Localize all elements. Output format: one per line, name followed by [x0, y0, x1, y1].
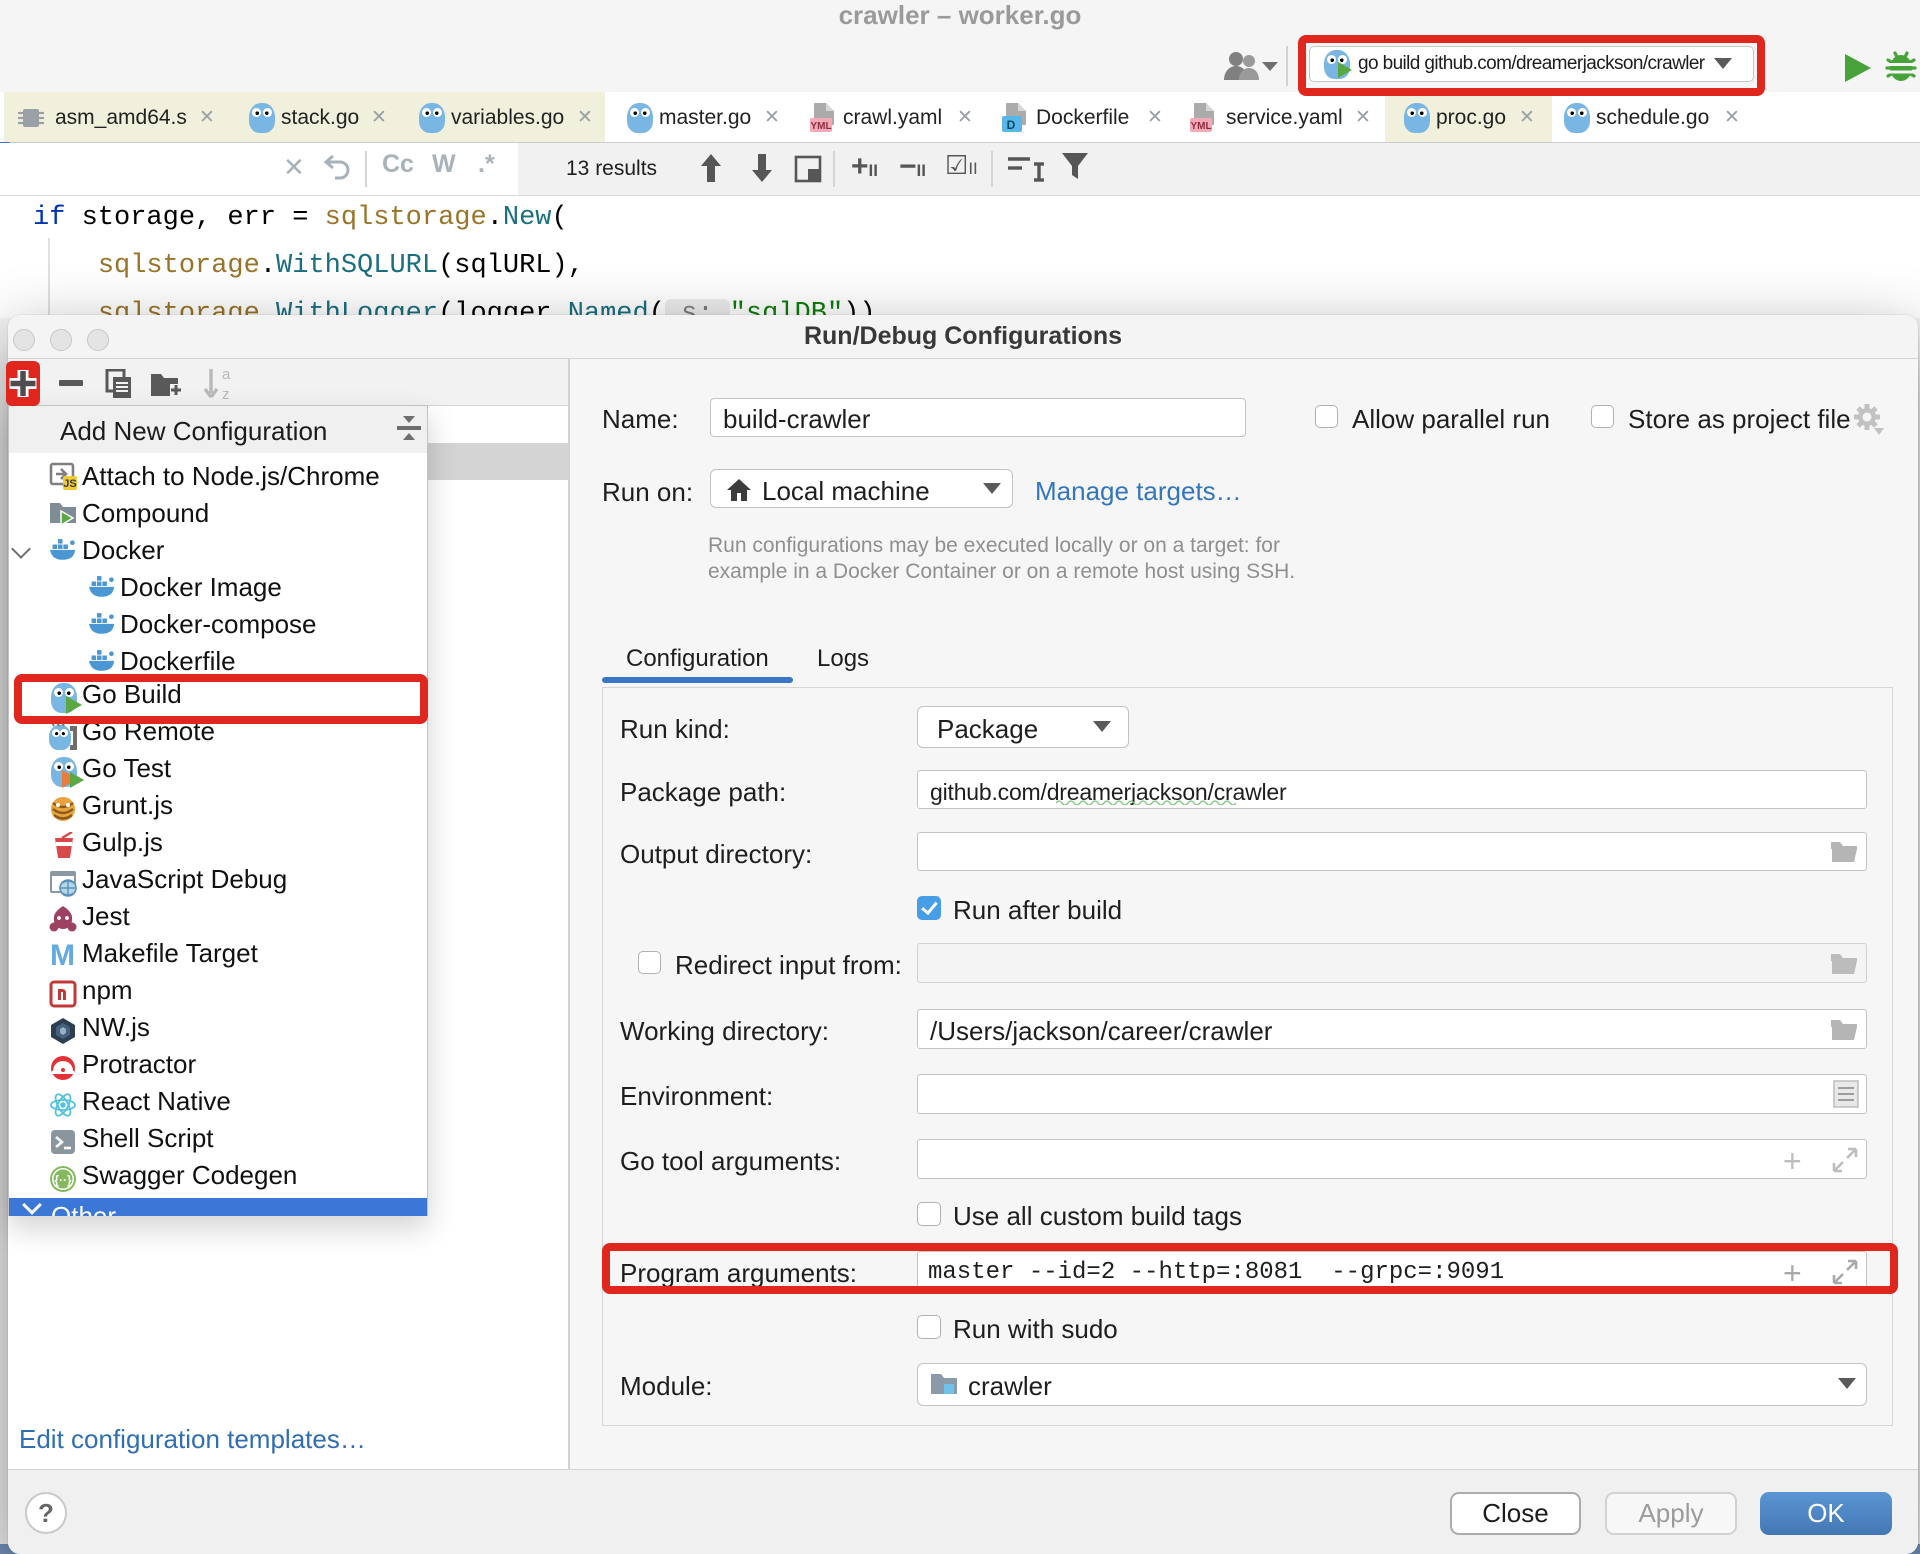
- svg-text:a: a: [222, 367, 231, 383]
- svg-text:YML: YML: [1190, 121, 1211, 132]
- svg-text:D: D: [1007, 118, 1016, 132]
- svg-text:{··}: {··}: [54, 1173, 72, 1187]
- svg-text:JS: JS: [63, 478, 76, 490]
- svg-text:YML: YML: [810, 121, 831, 132]
- svg-text:z: z: [222, 386, 230, 401]
